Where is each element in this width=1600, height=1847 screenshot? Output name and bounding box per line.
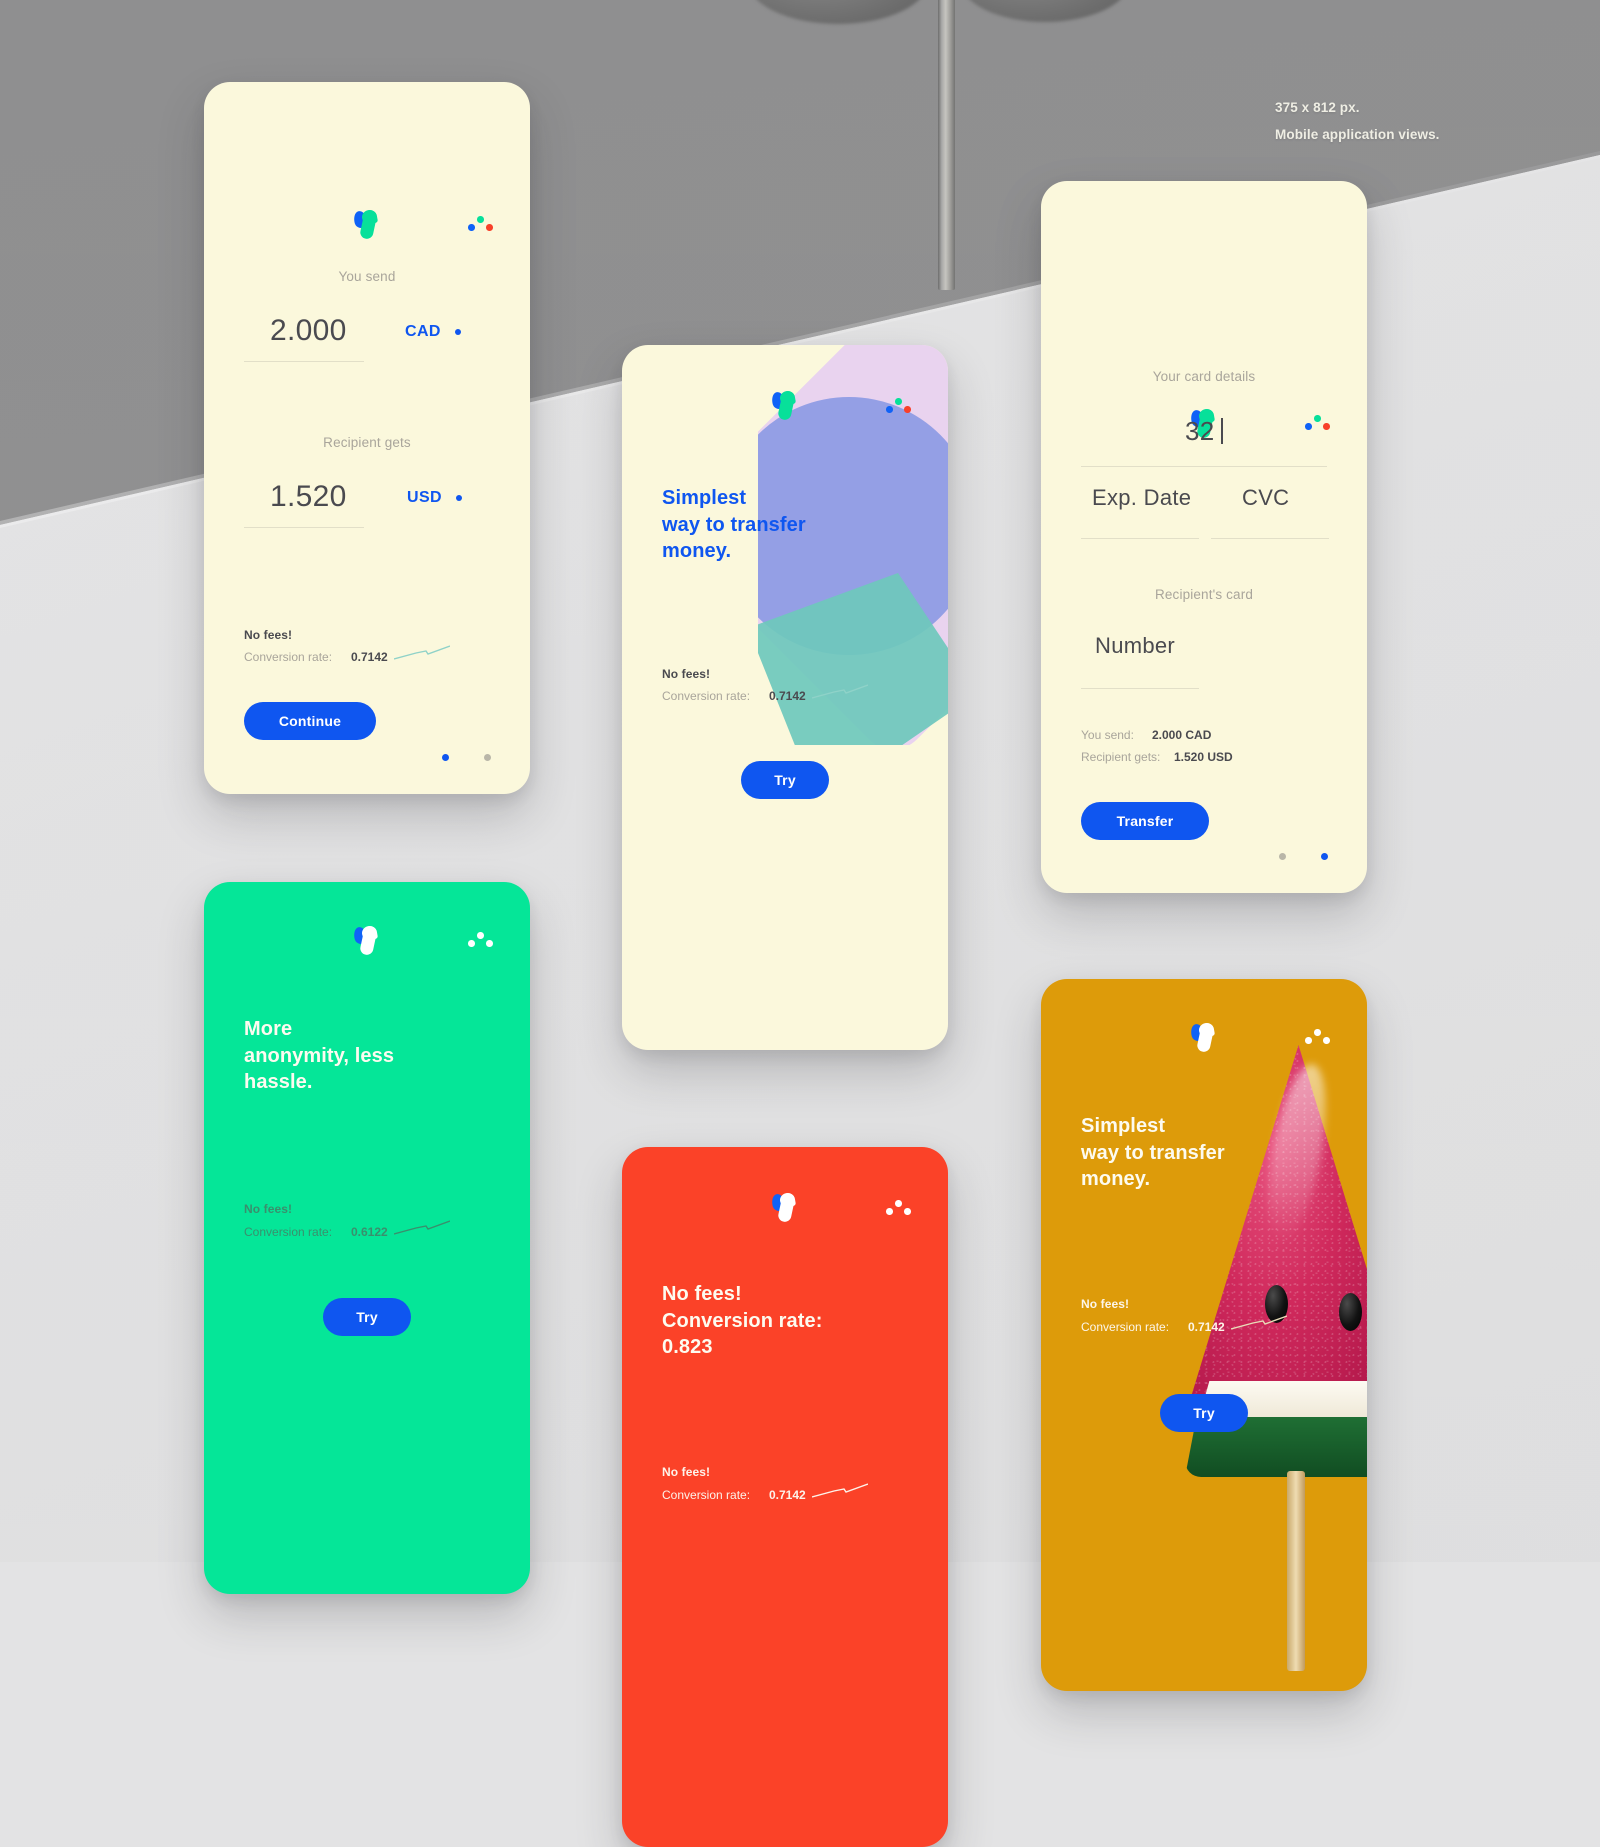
exp-date-underline <box>1081 538 1199 539</box>
exp-date-input[interactable]: Exp. Date <box>1092 485 1191 511</box>
try-button[interactable]: Try <box>1160 1394 1248 1432</box>
backdrop-lollipop-stick <box>938 0 955 290</box>
pagination-dot-1[interactable] <box>442 754 449 761</box>
phone-screen-onboarding-transfer: Simplest way to transfer money. No fees!… <box>622 345 948 1050</box>
pagination-dots[interactable] <box>1279 853 1328 860</box>
onboarding-headline: No fees! Conversion rate: 0.823 <box>662 1283 823 1359</box>
phone-screen-send-money: You send 2.000 CAD Recipient gets 1.520 … <box>204 82 530 794</box>
continue-button[interactable]: Continue <box>244 702 376 740</box>
onboarding-headline: Simplest way to transfer money. <box>1081 1115 1225 1191</box>
conversion-rate-label: Conversion rate: <box>1081 1320 1170 1334</box>
cvc-input[interactable]: CVC <box>1242 485 1289 511</box>
pagination-dot-2[interactable] <box>1321 853 1328 860</box>
text-cursor <box>1221 418 1223 444</box>
try-button[interactable]: Try <box>323 1298 411 1336</box>
you-send-currency[interactable]: CAD <box>405 323 441 341</box>
conversion-rate-sparkline <box>812 1483 868 1498</box>
recipient-gets-currency-chevron-icon[interactable] <box>456 495 462 501</box>
conversion-rate-sparkline <box>1231 1315 1287 1330</box>
onboarding-headline: Simplest way to transfer money. <box>662 487 806 563</box>
no-fees-text: No fees! <box>662 667 711 681</box>
mockup-caption: 375 x 812 px. Mobile application views. <box>1275 98 1440 152</box>
phone-screen-onboarding-no-fees: No fees! Conversion rate: 0.823 No fees!… <box>622 1147 948 1847</box>
conversion-rate-sparkline <box>394 645 450 660</box>
no-fees-text: No fees! <box>1081 1297 1130 1311</box>
conversion-rate-label: Conversion rate: <box>662 689 751 703</box>
summary-recipient-gets-label: Recipient gets: <box>1081 750 1161 764</box>
card-number-input[interactable]: 32 <box>1185 416 1215 447</box>
conversion-rate-value: 0.7142 <box>769 689 806 703</box>
caption-dimensions: 375 x 812 px. <box>1275 100 1360 115</box>
pagination-dot-2[interactable] <box>484 754 491 761</box>
more-menu-dots-icon[interactable] <box>468 931 494 949</box>
more-menu-dots-icon[interactable] <box>468 215 494 233</box>
more-menu-dots-icon[interactable] <box>886 1199 912 1217</box>
phone-screen-onboarding-anonymity: More anonymity, less hassle. No fees! Co… <box>204 882 530 1594</box>
conversion-rate-value: 0.7142 <box>351 650 388 664</box>
pagination-dots[interactable] <box>442 754 491 761</box>
no-fees-text: No fees! <box>244 628 293 642</box>
summary-recipient-gets-value: 1.520 USD <box>1174 750 1233 764</box>
conversion-rate-value: 0.7142 <box>769 1488 806 1502</box>
app-logo-icon <box>352 924 380 957</box>
you-send-underline <box>244 361 364 362</box>
conversion-rate-value: 0.7142 <box>1188 1320 1225 1334</box>
more-menu-dots-icon[interactable] <box>886 397 912 415</box>
recipient-gets-underline <box>244 527 364 528</box>
summary-you-send-label: You send: <box>1081 728 1134 742</box>
more-menu-dots-icon[interactable] <box>1305 414 1331 432</box>
pagination-dot-1[interactable] <box>1279 853 1286 860</box>
no-fees-text: No fees! <box>244 1202 293 1216</box>
no-fees-text: No fees! <box>662 1465 711 1479</box>
app-logo-icon <box>1189 1021 1217 1054</box>
popsicle-eye-right-icon <box>1339 1293 1362 1331</box>
conversion-rate-label: Conversion rate: <box>244 1225 333 1239</box>
conversion-rate-sparkline <box>812 684 868 699</box>
onboarding-headline: More anonymity, less hassle. <box>244 1018 395 1094</box>
you-send-currency-chevron-icon[interactable] <box>455 329 461 335</box>
phone-screen-onboarding-popsicle: Simplest way to transfer money. No fees!… <box>1041 979 1367 1691</box>
summary-you-send-value: 2.000 CAD <box>1152 728 1212 742</box>
recipient-gets-amount[interactable]: 1.520 <box>270 480 347 514</box>
try-button[interactable]: Try <box>741 761 829 799</box>
conversion-rate-sparkline <box>394 1220 450 1235</box>
more-menu-dots-icon[interactable] <box>1305 1028 1331 1046</box>
card-number-underline <box>1081 466 1327 467</box>
recipient-card-label: Recipient's card <box>1154 587 1254 602</box>
card-details-label: Your card details <box>1152 369 1256 384</box>
caption-description: Mobile application views. <box>1275 127 1440 142</box>
conversion-rate-label: Conversion rate: <box>662 1488 751 1502</box>
transfer-button[interactable]: Transfer <box>1081 802 1209 840</box>
conversion-rate-value: 0.6122 <box>351 1225 388 1239</box>
you-send-amount[interactable]: 2.000 <box>270 314 347 348</box>
phone-screen-card-details: Your card details 32 Exp. Date CVC Recip… <box>1041 181 1367 893</box>
recipient-gets-label: Recipient gets <box>323 435 411 450</box>
app-logo-icon <box>352 208 380 241</box>
app-logo-icon <box>770 1191 798 1224</box>
recipient-number-input[interactable]: Number <box>1095 633 1175 659</box>
cvc-underline <box>1211 538 1329 539</box>
conversion-rate-label: Conversion rate: <box>244 650 333 664</box>
you-send-label: You send <box>338 269 396 284</box>
recipient-number-underline <box>1081 688 1199 689</box>
recipient-gets-currency[interactable]: USD <box>407 489 442 507</box>
watermelon-popsicle-photo <box>1161 1003 1367 1691</box>
app-logo-icon <box>770 389 798 422</box>
